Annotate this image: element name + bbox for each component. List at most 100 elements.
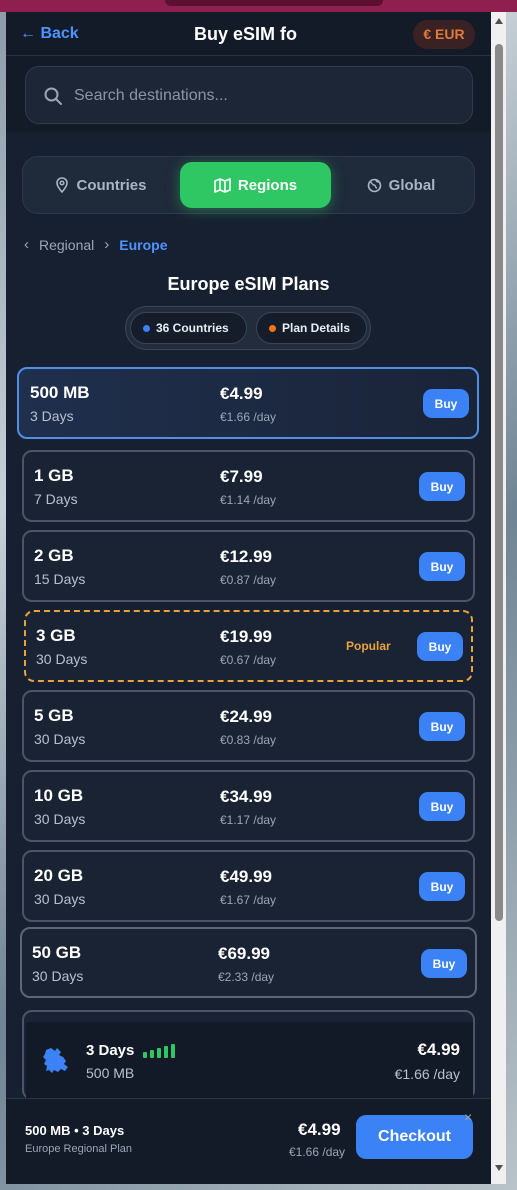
countries-pill[interactable]: 36 Countries [130, 312, 247, 344]
buy-button[interactable]: Buy [419, 472, 465, 501]
scrollbar-thumb[interactable] [495, 44, 503, 921]
plan-days: 7 Days [34, 491, 78, 507]
region-tabs: Countries Regions Global [22, 156, 475, 214]
scroll-up-icon[interactable] [494, 16, 504, 26]
selected-per-day: €1.66 /day [394, 1066, 460, 1082]
esim-panel: ← Back Buy eSIM fo € EUR Countries Regio… [6, 12, 491, 1184]
plan-days: 30 Days [34, 811, 86, 827]
plan-days: 30 Days [36, 651, 88, 667]
plan-price: €24.99 [220, 707, 272, 726]
selected-plan-summary[interactable]: 3 Days 500 MB €4.99 €1.66 /day [26, 1022, 473, 1100]
tab-regions-label: Regions [237, 176, 298, 194]
plan-days: 15 Days [34, 571, 86, 587]
plan-data: 20 GB [34, 866, 84, 885]
selected-plan-card: 3 Days 500 MB €4.99 €1.66 /day [22, 1010, 475, 1100]
plan-data: 500 MB [30, 383, 90, 402]
plan-days: 30 Days [34, 731, 86, 747]
buy-button[interactable]: Buy [423, 389, 469, 418]
popular-badge: Popular [346, 639, 391, 653]
plan-days: 30 Days [32, 968, 84, 984]
map-pin-icon [56, 177, 69, 193]
plan-data: 1 GB [34, 466, 74, 485]
search-box[interactable] [25, 66, 473, 124]
footer-price: €4.99 [298, 1120, 341, 1139]
page-title: Buy eSIM fo [194, 24, 298, 44]
plan-details-pill[interactable]: Plan Details [256, 312, 367, 344]
plan-per-day: €0.83 /day [220, 733, 277, 747]
tab-regions[interactable]: Regions [180, 162, 331, 208]
search-input[interactable] [74, 85, 454, 107]
buy-button[interactable]: Buy [419, 712, 465, 741]
globe-icon [367, 178, 381, 192]
breadcrumb-parent[interactable]: Regional [39, 237, 94, 253]
buy-button[interactable]: Buy [417, 632, 463, 661]
plan-per-day: €1.67 /day [220, 893, 277, 907]
currency-selector[interactable]: € EUR [413, 20, 475, 49]
tab-global[interactable]: Global [331, 162, 471, 208]
tab-global-label: Global [388, 176, 436, 194]
plan-details-dot [269, 324, 276, 332]
plan-card-10gb[interactable]: 10 GB 30 Days €34.99 €1.17 /day Buy [22, 770, 475, 842]
buy-button[interactable]: Buy [419, 552, 465, 581]
footer-per-day: €1.66 /day [289, 1145, 346, 1159]
plan-per-day: €1.17 /day [220, 813, 277, 827]
buy-button[interactable]: Buy [419, 792, 465, 821]
selected-days: 3 Days [86, 1042, 135, 1059]
plan-data: 50 GB [32, 943, 82, 962]
plan-card-5gb[interactable]: 5 GB 30 Days €24.99 €0.83 /day Buy [22, 690, 475, 762]
map-icon [214, 177, 231, 193]
close-icon[interactable]: × [464, 1109, 472, 1125]
back-link[interactable]: ← Back [20, 25, 79, 43]
browser-top-strip [0, 0, 517, 12]
breadcrumb: ‹ Regional › Europe [24, 236, 168, 253]
plan-price: €19.99 [220, 627, 272, 646]
plan-data: 3 GB [36, 626, 76, 645]
browser-top-handle [165, 0, 383, 6]
plan-card-20gb[interactable]: 20 GB 30 Days €49.99 €1.67 /day Buy [22, 850, 475, 922]
selected-price: €4.99 [417, 1040, 460, 1059]
plan-days: 3 Days [30, 408, 74, 424]
header-bar: ← Back Buy eSIM fo € EUR [6, 12, 491, 56]
plan-price: €34.99 [220, 787, 272, 806]
plan-per-day: €1.66 /day [220, 410, 277, 424]
plan-price: €7.99 [220, 467, 263, 486]
plan-price: €69.99 [218, 944, 270, 963]
plan-per-day: €1.14 /day [220, 493, 277, 507]
countries-dot [143, 324, 150, 332]
plan-data: 5 GB [34, 706, 74, 725]
signal-strength-icon [143, 1044, 175, 1058]
plans-title: Europe eSIM Plans [167, 274, 330, 294]
checkout-bar: 500 MB • 3 Days Europe Regional Plan €4.… [6, 1098, 491, 1184]
buy-button[interactable]: Buy [421, 949, 467, 978]
search-icon [44, 87, 62, 105]
plan-card-500mb[interactable]: 500 MB 3 Days €4.99 €1.66 /day Buy [17, 367, 479, 439]
tab-countries[interactable]: Countries [31, 162, 171, 208]
plan-per-day: €2.33 /day [218, 970, 275, 984]
info-pill-group: 36 Countries Plan Details [125, 306, 371, 350]
plan-details-pill-label: Plan Details [282, 321, 351, 335]
plan-price: €49.99 [220, 867, 272, 886]
plan-card-2gb[interactable]: 2 GB 15 Days €12.99 €0.87 /day Buy [22, 530, 475, 602]
plan-price: €12.99 [220, 547, 272, 566]
chevron-right-icon: › [104, 236, 110, 253]
tab-countries-label: Countries [76, 176, 147, 194]
plan-card-1gb[interactable]: 1 GB 7 Days €7.99 €1.14 /day Buy [22, 450, 475, 522]
plan-per-day: €0.67 /day [220, 653, 277, 667]
plan-card-50gb[interactable]: 50 GB 30 Days €69.99 €2.33 /day Buy [20, 927, 477, 998]
checkout-button[interactable]: Checkout [356, 1115, 473, 1159]
chevron-left-icon[interactable]: ‹ [24, 236, 29, 253]
buy-button[interactable]: Buy [419, 872, 465, 901]
selected-data: 500 MB [86, 1065, 135, 1081]
countries-pill-label: 36 Countries [156, 321, 229, 335]
scroll-down-icon[interactable] [494, 1163, 504, 1173]
plan-data: 2 GB [34, 546, 74, 565]
plan-per-day: €0.87 /day [220, 573, 277, 587]
plan-price: €4.99 [220, 384, 263, 403]
plan-data: 10 GB [34, 786, 84, 805]
footer-plan: 500 MB • 3 Days [25, 1123, 125, 1138]
europe-map-icon [43, 1048, 68, 1073]
breadcrumb-current: Europe [119, 236, 168, 253]
footer-subtitle: Europe Regional Plan [25, 1143, 133, 1155]
plan-card-3gb[interactable]: 3 GB 30 Days €19.99 €0.67 /day Popular B… [24, 610, 473, 682]
plan-days: 30 Days [34, 891, 86, 907]
